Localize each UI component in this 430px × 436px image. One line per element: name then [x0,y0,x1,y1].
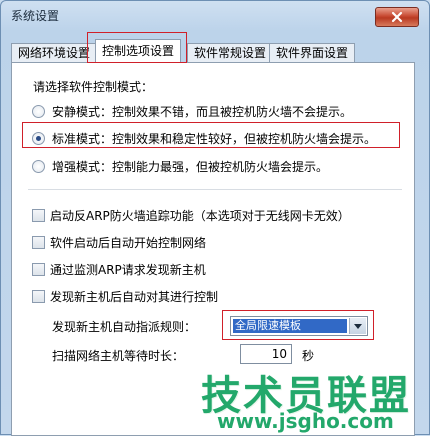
checkbox-auto-control-new-host[interactable] [32,290,45,303]
watermark-url: www.jsgho.com [217,409,394,433]
scan-wait-unit: 秒 [302,349,315,363]
checkbox-anti-arp-tracking[interactable] [32,209,45,222]
tab-control-options[interactable]: 控制选项设置 [95,39,182,63]
auto-start-control-label: 软件启动后自动开始控制网络 [50,236,207,250]
tab-general-settings[interactable]: 软件常规设置 [187,43,274,62]
radio-enhanced-mode[interactable] [32,160,45,173]
checkbox-auto-start-control[interactable] [32,236,45,249]
settings-window: 系统设置 网络环境设置 控制选项设置 软件常规设置 软件界面设置 请选择软件控制… [0,0,430,436]
radio-quiet-mode[interactable] [32,105,45,118]
anti-arp-tracking-label: 启动反ARP防火墙追踪功能（本选项对于无线网卡无效） [50,209,350,223]
tab-network-settings[interactable]: 网络环境设置 [11,43,98,62]
arp-detect-hosts-label: 通过监测ARP请求发现新主机 [50,263,206,277]
close-icon [391,11,403,23]
separator [28,189,402,190]
scan-wait-input[interactable]: 10 [240,344,292,364]
chevron-down-icon[interactable] [349,318,366,334]
title-bar[interactable]: 系统设置 [1,1,429,29]
checkbox-arp-detect-hosts[interactable] [32,263,45,276]
quiet-mode-label: 安静模式：控制效果不错，而且被控机防火墙不会提示。 [52,105,353,119]
tab-bar: 网络环境设置 控制选项设置 软件常规设置 软件界面设置 [11,39,421,63]
standard-mode-label: 标准模式：控制效果和稳定性较好，但被控机防火墙会提示。 [52,132,377,146]
radio-standard-mode[interactable] [32,132,45,145]
auto-control-new-host-label: 发现新主机后自动对其进行控制 [50,290,219,304]
mode-prompt: 请选择软件控制模式： [33,80,154,94]
enhanced-mode-label: 增强模式：控制能力最强，但被控机防火墙会提示。 [52,160,329,174]
auto-rule-selected-value: 全局限速模板 [233,319,347,333]
auto-rule-select[interactable]: 全局限速模板 [230,316,368,336]
scan-wait-label: 扫描网络主机等待时长： [52,349,185,363]
auto-rule-label: 发现新主机自动指派规则： [52,320,197,334]
window-title: 系统设置 [11,9,60,23]
close-button[interactable] [375,7,419,27]
tab-interface-settings[interactable]: 软件界面设置 [269,43,356,62]
